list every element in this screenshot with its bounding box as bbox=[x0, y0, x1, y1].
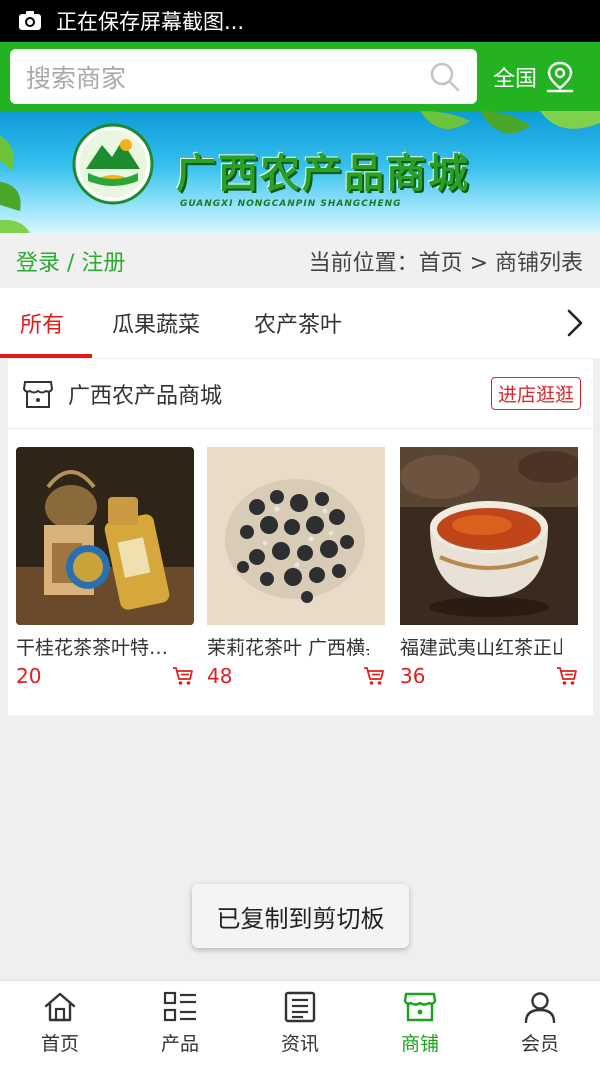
status-bar: 正在保存屏幕截图... bbox=[0, 0, 600, 42]
nav-label: 商铺 bbox=[400, 1033, 439, 1055]
product-list-icon bbox=[163, 991, 196, 1022]
nav-label: 资讯 bbox=[280, 1033, 319, 1055]
banner: 广西农产品商城 GUANGXI NONGCANPIN SHANGCHENG bbox=[0, 111, 600, 233]
product-image[interactable] bbox=[207, 447, 385, 625]
cart-icon[interactable] bbox=[556, 666, 578, 686]
tab-tea[interactable]: 农产茶叶 bbox=[254, 288, 342, 358]
cart-icon[interactable] bbox=[363, 666, 385, 686]
nav-item-products[interactable]: 产品 bbox=[120, 981, 240, 1067]
region-selector[interactable]: 全国 bbox=[493, 61, 575, 93]
screenshot-icon bbox=[19, 11, 41, 30]
product-card[interactable]: 福建武夷山红茶正山小种 36 bbox=[400, 447, 578, 688]
shop-icon bbox=[403, 992, 437, 1022]
nav-label: 会员 bbox=[520, 1033, 559, 1055]
nav-item-member[interactable]: 会员 bbox=[480, 981, 600, 1067]
news-icon bbox=[284, 991, 316, 1023]
enter-shop-button[interactable]: 进店逛逛 bbox=[490, 377, 581, 410]
banner-pinyin: GUANGXI NONGCANPIN SHANGCHENG bbox=[180, 199, 402, 209]
category-tabs: 所有 瓜果蔬菜 农产茶叶 bbox=[0, 288, 600, 358]
search-input[interactable]: 搜索商家 bbox=[10, 49, 477, 104]
cart-icon[interactable] bbox=[172, 666, 194, 686]
nav-item-shops[interactable]: 商铺 bbox=[360, 981, 480, 1067]
product-card[interactable]: 茉莉花茶叶 广西横县 48 bbox=[207, 447, 385, 688]
product-price: 48 bbox=[207, 664, 233, 688]
breadcrumb: 当前位置：首页 > 商铺列表 bbox=[308, 250, 583, 276]
product-image[interactable] bbox=[400, 447, 578, 625]
member-icon bbox=[524, 992, 556, 1023]
location-icon bbox=[546, 61, 574, 92]
product-image[interactable] bbox=[16, 447, 194, 625]
copied-toast: 已复制到剪切板 bbox=[192, 884, 409, 948]
shop-card: 广西农产品商城 进店逛逛 干桂花茶茶叶特级新花 20 bbox=[8, 359, 593, 715]
product-name[interactable]: 茉莉花茶叶 广西横县 bbox=[207, 633, 369, 660]
active-tab-indicator bbox=[0, 354, 92, 358]
shop-name: 广西农产品商城 bbox=[68, 383, 223, 409]
search-placeholder: 搜索商家 bbox=[26, 63, 127, 93]
nav-label: 产品 bbox=[160, 1033, 199, 1055]
leaf-decoration-left bbox=[0, 135, 30, 233]
shop-header: 广西农产品商城 进店逛逛 bbox=[8, 359, 593, 429]
nav-item-home[interactable]: 首页 bbox=[0, 981, 120, 1067]
product-name[interactable]: 福建武夷山红茶正山小种 bbox=[400, 633, 562, 660]
product-name[interactable]: 干桂花茶茶叶特级新花 bbox=[16, 633, 178, 660]
mall-logo bbox=[72, 123, 154, 205]
store-icon bbox=[22, 380, 54, 408]
status-text: 正在保存屏幕截图... bbox=[56, 10, 245, 34]
login-register-link[interactable]: 登录 / 注册 bbox=[16, 245, 125, 277]
banner-title: 广西农产品商城 bbox=[176, 150, 470, 197]
region-label: 全国 bbox=[493, 66, 538, 92]
tab-all[interactable]: 所有 bbox=[20, 288, 64, 358]
product-price: 20 bbox=[16, 664, 42, 688]
chevron-right-icon[interactable] bbox=[564, 308, 586, 338]
product-price: 36 bbox=[400, 664, 426, 688]
header-bar: 搜索商家 全国 bbox=[0, 42, 600, 111]
product-card[interactable]: 干桂花茶茶叶特级新花 20 bbox=[16, 447, 194, 688]
bottom-nav: 首页 产品 资讯 商铺 会员 bbox=[0, 980, 600, 1067]
location-bar: 登录 / 注册 当前位置：首页 > 商铺列表 bbox=[0, 233, 600, 288]
tab-fruits-vegetables[interactable]: 瓜果蔬菜 bbox=[112, 288, 200, 358]
home-icon bbox=[44, 992, 76, 1022]
nav-item-news[interactable]: 资讯 bbox=[240, 981, 360, 1067]
nav-label: 首页 bbox=[40, 1033, 79, 1055]
search-icon[interactable] bbox=[429, 61, 461, 93]
